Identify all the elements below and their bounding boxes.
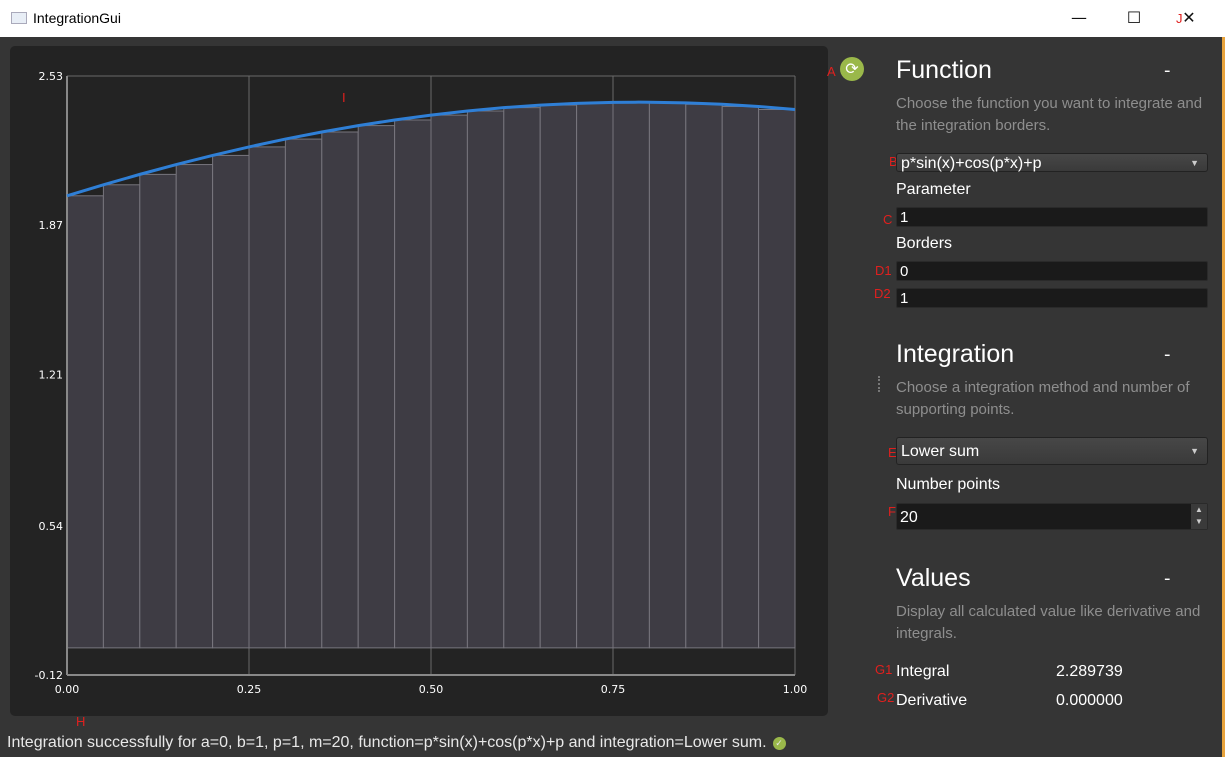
bar bbox=[321, 131, 359, 649]
parameter-input[interactable]: 1 bbox=[896, 207, 1208, 227]
annotation-c: C bbox=[883, 212, 893, 227]
maximize-button[interactable]: ☐ bbox=[1111, 4, 1157, 32]
bar bbox=[394, 119, 432, 649]
bar bbox=[284, 138, 323, 649]
minimize-button[interactable]: — bbox=[1056, 4, 1102, 32]
bar bbox=[721, 105, 760, 649]
integration-chart: 0.00 0.25 0.50 0.75 1.00 2.53 1.87 1.21 0.54 -0.1… bbox=[35, 70, 808, 696]
bar bbox=[685, 103, 723, 649]
function-description: Choose the function you want to integrat… bbox=[896, 95, 1203, 134]
annotation-d2: D2 bbox=[874, 286, 891, 301]
bar bbox=[576, 102, 614, 649]
y-tick-label: 1.87 bbox=[39, 219, 64, 232]
borders-label: Borders bbox=[896, 235, 953, 252]
border-a-input[interactable]: 0 bbox=[896, 261, 1208, 281]
values-collapse-button[interactable]: - bbox=[1164, 568, 1171, 589]
y-tick-label: 0.54 bbox=[39, 520, 64, 533]
method-select-value: Lower sum bbox=[901, 443, 980, 460]
bar bbox=[539, 104, 578, 649]
annotation-i: I bbox=[342, 90, 346, 105]
annotation-j: J bbox=[1176, 11, 1183, 26]
x-tick-label: 0.75 bbox=[601, 683, 626, 696]
derivative-value: 0.000000 bbox=[1056, 692, 1123, 709]
bar bbox=[612, 101, 650, 649]
bar bbox=[357, 125, 396, 649]
annotation-g2: G2 bbox=[877, 690, 895, 705]
annotation-g1: G1 bbox=[875, 662, 893, 677]
bar bbox=[66, 195, 104, 649]
function-section-title: Function bbox=[896, 56, 992, 84]
status-bar: Integration successfully for a=0, b=1, p… bbox=[7, 734, 786, 752]
annotation-a: A bbox=[827, 64, 836, 79]
y-tick-label: 1.21 bbox=[39, 368, 64, 381]
bar bbox=[139, 173, 177, 649]
values-description: Display all calculated value like deriva… bbox=[896, 603, 1201, 642]
x-tick-label: 1.00 bbox=[783, 683, 808, 696]
bar bbox=[758, 108, 796, 649]
check-icon: ✓ bbox=[772, 737, 786, 750]
function-select[interactable]: p*sin(x)+cos(p*x)+p ▼ bbox=[896, 153, 1208, 172]
bar bbox=[503, 107, 541, 649]
integral-value: 2.289739 bbox=[1056, 663, 1123, 680]
chevron-down-icon: ▼ bbox=[1190, 158, 1199, 168]
chevron-down-icon: ▼ bbox=[1190, 446, 1199, 456]
x-tick-label: 0.25 bbox=[237, 683, 262, 696]
spin-arrows-icon[interactable]: ▲ ▼ bbox=[1191, 504, 1207, 529]
refresh-icon: ⟳ bbox=[845, 59, 859, 78]
splitter-handle[interactable] bbox=[878, 376, 880, 392]
bar bbox=[466, 110, 505, 649]
status-text: Integration successfully for a=0, b=1, p… bbox=[7, 734, 767, 751]
x-tick-label: 0.00 bbox=[55, 683, 80, 696]
parameter-label: Parameter bbox=[896, 181, 971, 198]
derivative-label: Derivative bbox=[896, 692, 968, 709]
integration-section-title: Integration bbox=[896, 340, 1015, 368]
bar bbox=[430, 114, 468, 649]
function-collapse-button[interactable]: - bbox=[1164, 60, 1171, 81]
values-section-title: Values bbox=[896, 564, 971, 592]
function-select-value: p*sin(x)+cos(p*x)+p bbox=[901, 155, 1042, 172]
method-select[interactable]: Lower sum ▼ bbox=[896, 437, 1208, 465]
y-tick-label: -0.12 bbox=[35, 669, 63, 682]
annotation-f: F bbox=[888, 504, 896, 519]
annotation-h: H bbox=[76, 714, 86, 729]
points-label: Number points bbox=[896, 476, 1001, 493]
annotation-d1: D1 bbox=[875, 263, 892, 278]
border-b-input[interactable]: 1 bbox=[896, 288, 1208, 308]
bar bbox=[175, 164, 214, 649]
close-button[interactable]: ✕ bbox=[1166, 4, 1212, 32]
refresh-button[interactable]: ⟳ bbox=[840, 57, 864, 81]
bar bbox=[648, 102, 687, 649]
points-value: 20 bbox=[900, 509, 918, 526]
integration-description: Choose a integration method and number o… bbox=[896, 379, 1190, 418]
y-tick-label: 2.53 bbox=[39, 70, 64, 83]
bar bbox=[212, 154, 250, 649]
integral-label: Integral bbox=[896, 663, 950, 680]
bar bbox=[102, 184, 141, 649]
bar bbox=[248, 146, 286, 649]
x-tick-label: 0.50 bbox=[419, 683, 444, 696]
points-spinbox[interactable]: 20 ▲ ▼ bbox=[896, 503, 1208, 530]
integration-collapse-button[interactable]: - bbox=[1164, 344, 1171, 365]
